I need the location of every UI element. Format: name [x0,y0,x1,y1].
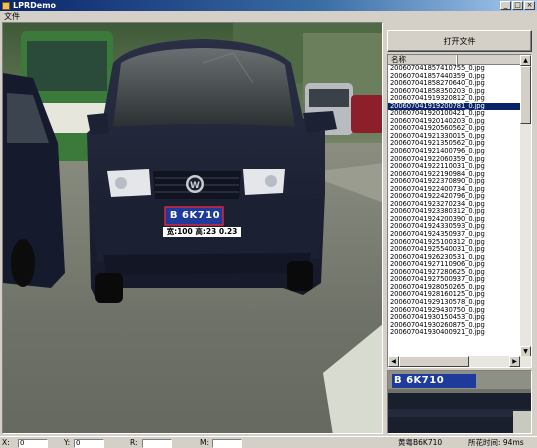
list-item[interactable]: 200607041858270640_0.jpg [388,80,521,88]
list-item[interactable]: 200607041921350562_0.jpg [388,140,521,148]
plate-text: B 6K710 [169,210,221,221]
x-value: 0 [18,439,48,448]
y-label: Y: [64,438,71,447]
list-item[interactable]: 200607041927110906_0.jpg [388,261,521,269]
y-value: 0 [74,439,104,448]
list-item[interactable]: 200607041921330015_0.jpg [388,133,521,141]
list-item[interactable]: 200607041922370890_0.jpg [388,178,521,186]
camera-image-view: W B 6K710 宽:100 高:23 0.23 [2,22,383,434]
scroll-right-icon[interactable]: ▶ [509,356,520,367]
scroll-left-icon[interactable]: ◀ [388,356,399,367]
list-item[interactable]: 200607041930150453_0.jpg [388,314,521,322]
list-item[interactable]: 200607041926230531_0.jpg [388,254,521,262]
list-item[interactable]: 200607041921400796_0.jpg [388,148,521,156]
list-item[interactable]: 200607041927500937_0.jpg [388,276,521,284]
m-label: M: [200,438,209,447]
list-item[interactable]: 200607041922400734_0.jpg [388,186,521,194]
list-item[interactable]: 200607041922060359_0.jpg [388,156,521,164]
plate-annotation: 宽:100 高:23 0.23 [163,227,241,237]
list-item[interactable]: 200607041929130578_0.jpg [388,299,521,307]
list-item[interactable]: 200607041922420796_0.jpg [388,193,521,201]
status-bar: X: 0 Y: 0 R: M: 黄粤B6K710 所花时间: 94ms [0,436,537,448]
list-item[interactable]: 200607041930400921_0.jpg [388,329,521,337]
svg-text:W: W [190,181,200,191]
list-header: 名称 [388,55,521,65]
list-item[interactable]: 20060704185741075​5_0.jpg [388,65,521,73]
list-item[interactable]: 200607041923380312_0.jpg [388,208,521,216]
r-label: R: [130,438,138,447]
list-item[interactable]: 200607041928160125_0.jpg [388,291,521,299]
vertical-scrollbar[interactable]: ▲ ▼ [520,55,531,357]
list-item[interactable]: 200607041925540031_0.jpg [388,246,521,254]
file-list-rows: 20060704185741075​5_0.jpg 200607041857440… [388,65,521,337]
x-label: X: [2,438,10,447]
plate-crop-view: B 6K710 [387,370,532,434]
horizontal-scrollbar[interactable]: ◀ ▶ [388,356,531,367]
menu-file[interactable]: 文件 [4,11,20,22]
list-item[interactable]: 200607041927280625_0.jpg [388,269,521,277]
crop-plate-text: B 6K710 [394,375,445,386]
app-icon [2,1,10,10]
list-item[interactable]: 200607041929430750_0.jpg [388,307,521,315]
close-button[interactable]: × [524,1,535,10]
open-file-button[interactable]: 打开文件 [387,30,532,52]
r-value [142,439,172,448]
list-item[interactable]: 200607041919320812_0.jpg [388,95,521,103]
list-item[interactable]: 200607041920140203_0.jpg [388,118,521,126]
list-item[interactable]: 20060704185744035​9_0.jpg [388,73,521,81]
list-item[interactable]: 200607041930260875_0.jpg [388,322,521,330]
minimize-button[interactable]: _ [500,1,511,10]
list-item[interactable]: 200607041920560562_0.jpg [388,125,521,133]
file-list[interactable]: 名称 20060704185741075​5_0.jpg 200607041857… [387,54,532,368]
list-item[interactable]: 200607041925100312_0.jpg [388,239,521,247]
list-item[interactable]: 200607041922190984_0.jpg [388,171,521,179]
elapsed-time: 所花时间: 94ms [468,438,524,447]
list-item[interactable]: 200607041858350203_0.jpg [388,88,521,96]
list-item[interactable]: 200607041923270234_0.jpg [388,201,521,209]
column-header-name[interactable]: 名称 [388,55,458,65]
list-item[interactable]: 200607041924330593_0.jpg [388,223,521,231]
horizontal-scroll-thumb[interactable] [399,356,469,367]
column-header-label: 名称 [391,55,406,64]
list-item[interactable]: 200607041922110031_0.jpg [388,163,521,171]
menu-bar: 文件 [0,11,537,22]
scroll-thumb[interactable] [520,66,531,124]
scroll-up-icon[interactable]: ▲ [520,55,531,66]
list-item[interactable]: 200607041920100421_0.jpg [388,110,521,118]
m-value [212,439,242,448]
list-item[interactable]: 200607041919200781_0.jpg [388,102,521,111]
window-title: LPRDemo [13,1,57,10]
recognition-result: 黄粤B6K710 [398,438,443,447]
list-item[interactable]: 200607041924200390_0.jpg [388,216,521,224]
list-item[interactable]: 200607041928050265_0.jpg [388,284,521,292]
title-bar: LPRDemo _ □ × [0,0,537,11]
list-item[interactable]: 200607041924350937_0.jpg [388,231,521,239]
maximize-button[interactable]: □ [512,1,523,10]
